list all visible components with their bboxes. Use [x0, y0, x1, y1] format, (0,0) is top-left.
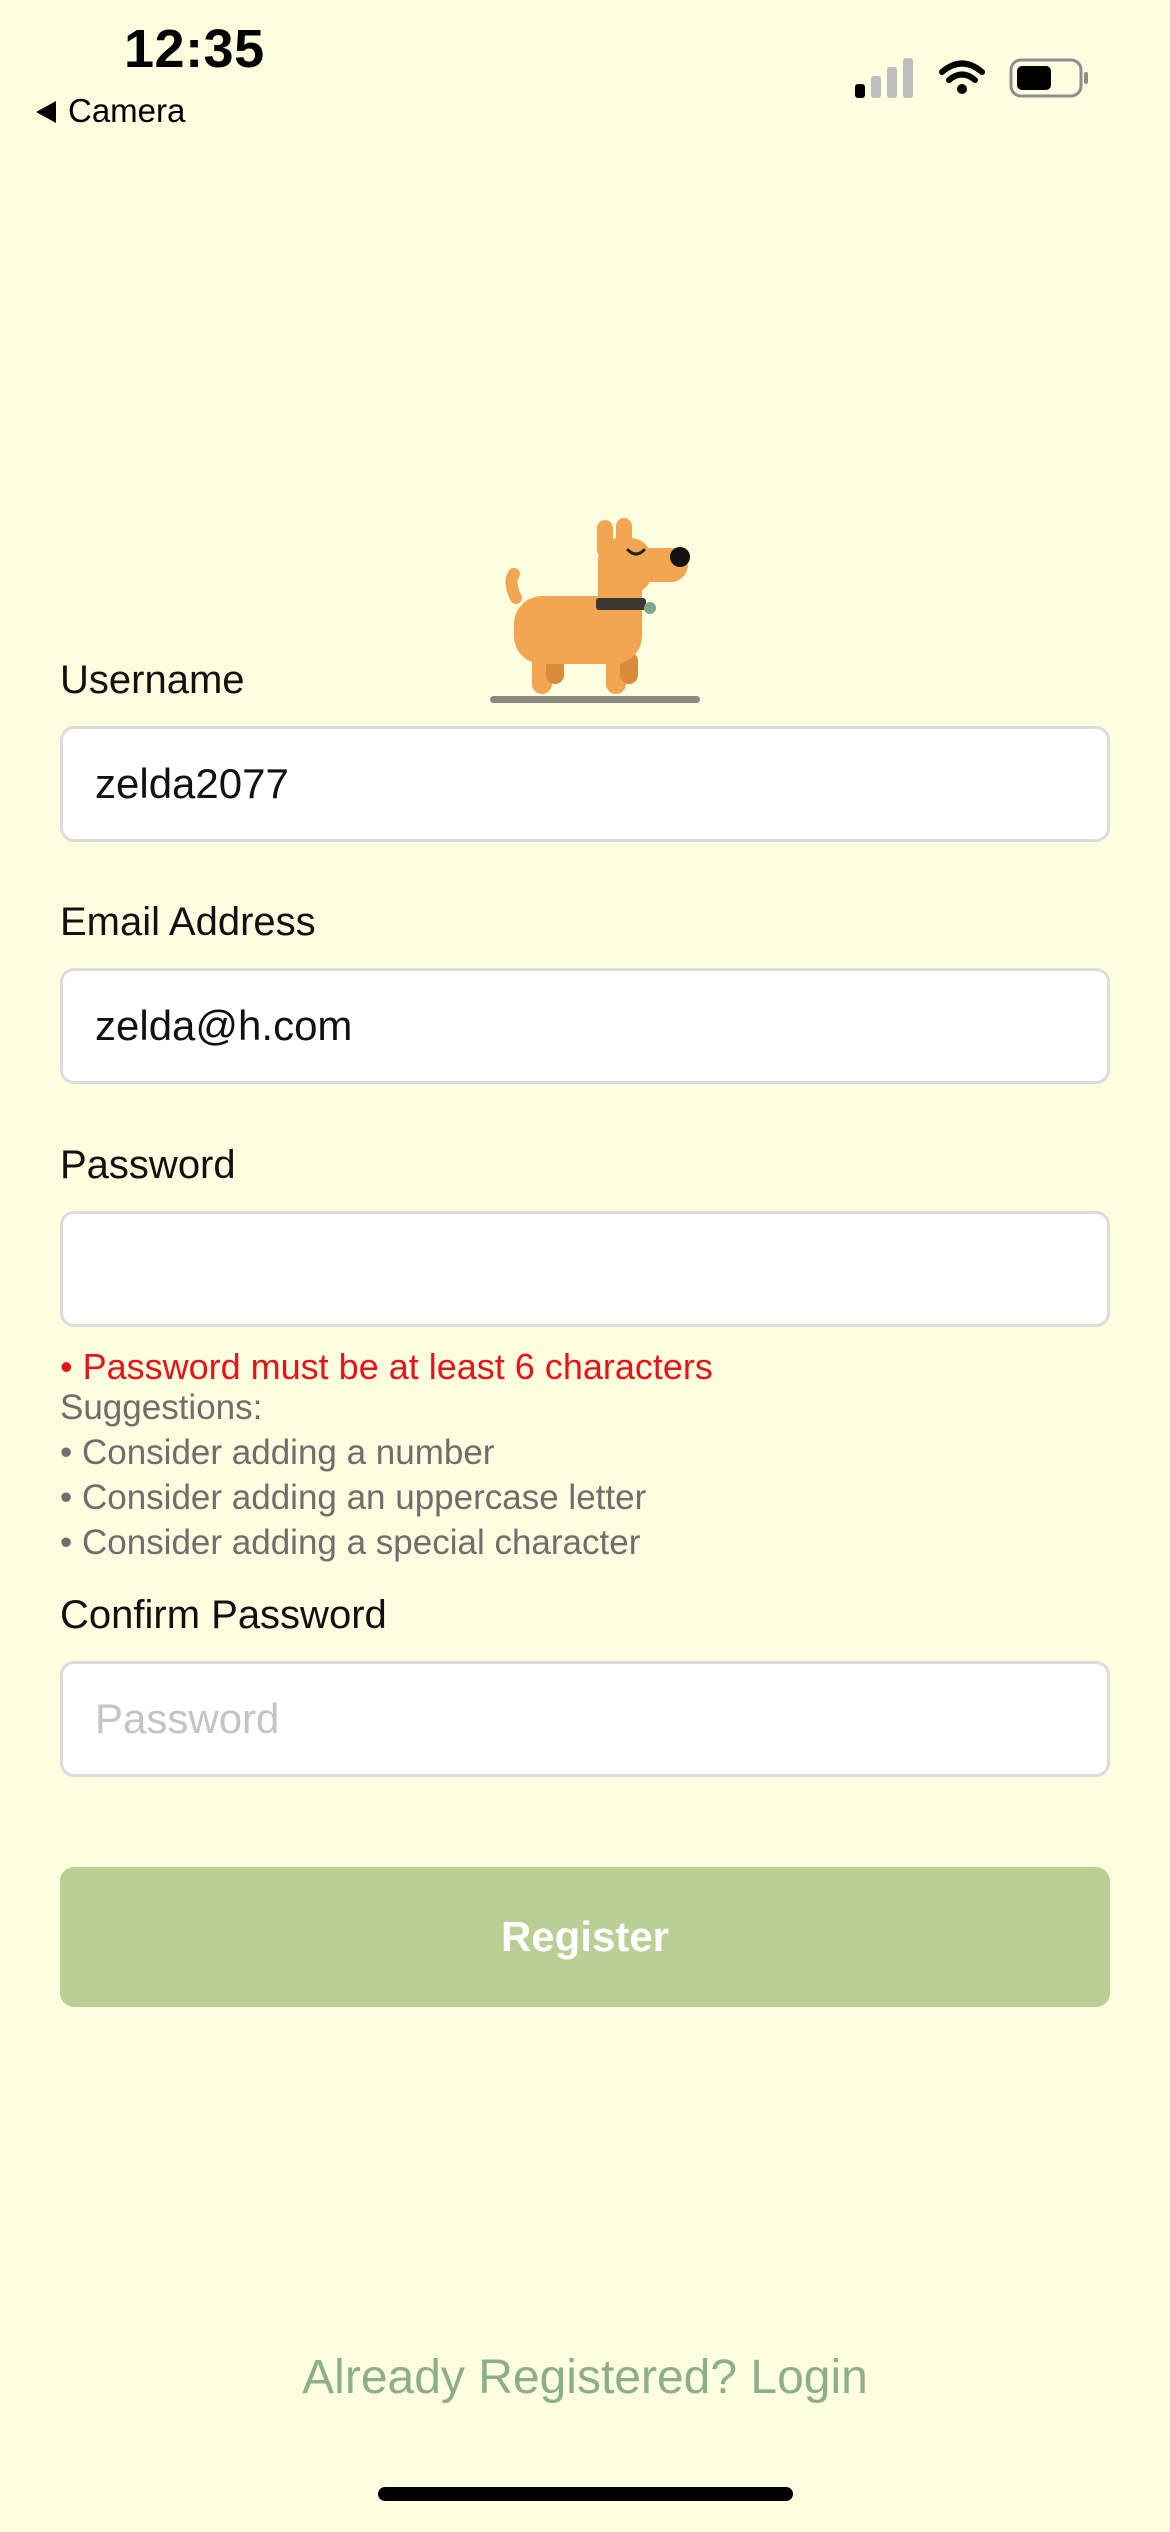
back-arrow-icon	[36, 101, 56, 123]
cellular-signal-icon	[855, 58, 913, 98]
register-button[interactable]: Register	[60, 1867, 1110, 2007]
dog-illustration	[490, 518, 700, 703]
confirm-password-label: Confirm Password	[60, 1593, 387, 1637]
suggestions-title: Suggestions:	[60, 1388, 263, 1427]
email-input[interactable]: zelda@h.com	[60, 968, 1110, 1084]
suggestion-item: • Consider adding a special character	[60, 1523, 641, 1562]
login-link[interactable]: Already Registered? Login	[0, 2350, 1170, 2405]
status-icons	[855, 58, 1088, 98]
back-to-app-link[interactable]: Camera	[36, 92, 185, 130]
password-input[interactable]	[60, 1211, 1110, 1327]
username-input[interactable]: zelda2077	[60, 726, 1110, 842]
suggestion-item: • Consider adding a number	[60, 1433, 495, 1472]
suggestion-item: • Consider adding an uppercase letter	[60, 1478, 647, 1517]
username-label: Username	[60, 658, 245, 702]
home-indicator[interactable]	[378, 2487, 793, 2501]
back-app-label: Camera	[68, 92, 186, 129]
password-error-message: • Password must be at least 6 characters	[60, 1346, 713, 1387]
password-label: Password	[60, 1143, 236, 1187]
wifi-icon	[939, 60, 985, 94]
email-label: Email Address	[60, 900, 316, 944]
status-time: 12:35	[124, 19, 265, 79]
battery-icon	[1009, 58, 1088, 98]
confirm-password-input[interactable]: Password	[60, 1661, 1110, 1777]
